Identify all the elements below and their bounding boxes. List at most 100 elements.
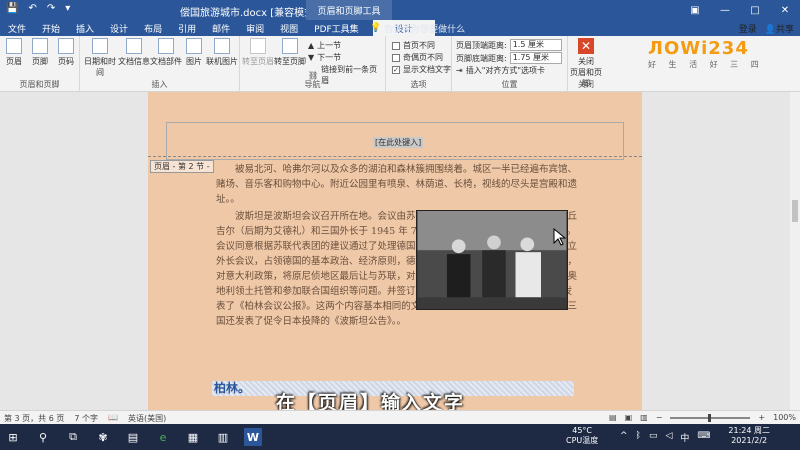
zoom-level[interactable]: 100% (773, 413, 796, 422)
read-mode-icon[interactable]: ▤ (609, 413, 617, 422)
login-link[interactable]: 登录 (739, 22, 757, 35)
share-label: 共享 (775, 24, 794, 35)
maximize-icon[interactable]: □ (740, 0, 770, 20)
tab-references[interactable]: 引用 (170, 20, 204, 36)
page-number-button[interactable]: 页码 (54, 38, 78, 67)
option-label: 显示文档文字 (403, 65, 451, 74)
zoom-slider[interactable] (670, 413, 751, 422)
tell-me-search[interactable]: 💡 告诉我你想要做什么 (370, 20, 465, 36)
online-picture-button[interactable]: 联机图片 (206, 38, 238, 67)
picture-button[interactable]: 图片 (182, 38, 206, 67)
group-label: 导航 (304, 80, 321, 89)
header-area[interactable]: [在此处键入] (166, 122, 624, 160)
print-layout-icon[interactable]: ▣ (625, 413, 633, 422)
web-layout-icon[interactable]: ▥ (640, 413, 648, 422)
date-time-label: 日期和时间 (84, 57, 116, 77)
body-paragraph[interactable]: 被易北河、哈弗尔河以及众多的湖泊和森林簇拥围绕着。城区一半已经遍布宾馆、赌场、音… (216, 162, 578, 207)
footer-distance-label: 页脚底端距离: (456, 53, 507, 63)
save-icon[interactable]: 💾 (6, 3, 18, 14)
tab-pdf-tools[interactable]: PDF工具集 (306, 20, 367, 36)
archive-app-icon[interactable]: ▥ (214, 428, 232, 446)
arrow-down-icon: ▼ (308, 53, 315, 62)
tab-insert[interactable]: 插入 (68, 20, 102, 36)
show-document-text-checkbox[interactable]: ✓ 显示文档文字 (392, 64, 451, 75)
doc-info-button[interactable]: 文档信息 (118, 38, 150, 67)
lightbulb-icon: 💡 (370, 23, 385, 33)
historical-photo[interactable] (416, 210, 568, 310)
cpu-temperature[interactable]: 45°C CPU温度 (566, 426, 598, 446)
bluetooth-icon[interactable]: ᛒ (636, 431, 641, 444)
account-area: 登录 👤共享 (739, 20, 794, 36)
online-picture-icon (214, 38, 230, 54)
online-picture-label: 联机图片 (206, 57, 238, 66)
group-navigation: 转至页眉 转至页脚 ▲ 上一节 ▼ 下一节 ⛓ 链接到前一条页眉 导航 (240, 36, 386, 92)
ime-indicator[interactable]: 中 (680, 431, 689, 444)
quick-parts-label: 文档部件 (150, 57, 182, 66)
document-page[interactable]: [在此处键入] 页眉 - 第 2 节 - 被易北河、哈弗尔河以及众多的湖泊和森林… (148, 92, 642, 410)
ribbon-display-icon[interactable]: ▣ (680, 0, 710, 20)
close-x-icon: ✕ (578, 38, 594, 54)
goto-footer-icon (282, 38, 298, 54)
footer-button[interactable]: 页脚 (28, 38, 52, 67)
header-placeholder[interactable]: [在此处键入] (373, 137, 424, 148)
quick-parts-button[interactable]: 文档部件 (150, 38, 182, 67)
customize-qat-icon[interactable]: ▾ (65, 3, 70, 14)
zoom-in-icon[interactable]: + (758, 413, 765, 422)
different-first-page-checkbox[interactable]: 首页不同 (392, 40, 435, 51)
redo-icon[interactable]: ↷ (47, 3, 55, 14)
app-flower-icon[interactable]: ✾ (94, 428, 112, 446)
ribbon: 页眉 页脚 页码 页眉和页脚 日期和时间 文档信息 文档部件 图片 联机图片 插… (0, 36, 800, 92)
task-view-icon[interactable]: ⧉ (64, 428, 82, 446)
share-button[interactable]: 👤共享 (765, 22, 794, 35)
footer-distance-field: 页脚底端距离: 1.75 厘米 (456, 52, 562, 64)
zoom-slider-handle[interactable] (708, 413, 712, 422)
goto-footer-button[interactable]: 转至页脚 (274, 38, 306, 67)
tab-design[interactable]: 设计 (102, 20, 136, 36)
language[interactable]: 英语(美国) (128, 413, 166, 424)
windows-start-icon[interactable]: ⊞ (4, 428, 22, 446)
person-icon: 👤 (764, 24, 776, 35)
tab-layout[interactable]: 布局 (136, 20, 170, 36)
close-icon[interactable]: ✕ (770, 0, 800, 20)
proofing-icon[interactable]: 📖 (108, 413, 118, 424)
group-options: 首页不同 奇偶页不同 ✓ 显示文档文字 选项 (386, 36, 452, 92)
temp-label: CPU温度 (566, 436, 599, 445)
different-odd-even-checkbox[interactable]: 奇偶页不同 (392, 52, 443, 63)
header-distance-input[interactable]: 1.5 厘米 (509, 39, 562, 51)
document-workspace[interactable]: [在此处键入] 页眉 - 第 2 节 - 被易北河、哈弗尔河以及众多的湖泊和森林… (0, 92, 790, 410)
tab-home[interactable]: 开始 (34, 20, 68, 36)
next-section-button[interactable]: ▼ 下一节 (308, 52, 341, 63)
volume-icon[interactable]: ◁ (665, 431, 672, 444)
tab-view[interactable]: 视图 (272, 20, 306, 36)
zoom-out-icon[interactable]: − (656, 413, 663, 422)
search-icon[interactable]: ⚲ (34, 428, 52, 446)
title-bar: 💾 ↶ ↷ ▾ 偿国旅游城市.docx [兼容模式] - Word 页眉和页脚工… (0, 0, 800, 20)
previous-section-button[interactable]: ▲ 上一节 (308, 40, 341, 51)
minimize-icon[interactable]: — (710, 0, 740, 20)
vertical-scrollbar[interactable] (790, 92, 800, 410)
footer-distance-input[interactable]: 1.75 厘米 (509, 52, 562, 64)
word-app-icon[interactable]: W (244, 428, 262, 446)
header-button[interactable]: 页眉 (2, 38, 26, 67)
logo-text: ЛОWi234 (648, 38, 749, 59)
browser-icon[interactable]: e (154, 428, 172, 446)
quick-parts-icon (158, 38, 174, 54)
page-count[interactable]: 第 3 页，共 6 页 (4, 413, 64, 424)
file-explorer-icon[interactable]: ▤ (124, 428, 142, 446)
clock[interactable]: 21:24 周二 2021/2/2 (728, 426, 770, 446)
undo-icon[interactable]: ↶ (28, 3, 36, 14)
app-icon[interactable]: ▦ (184, 428, 202, 446)
date-time-button[interactable]: 日期和时间 (82, 38, 118, 78)
keyboard-icon[interactable]: ⌨ (697, 431, 710, 444)
scrollbar-thumb[interactable] (792, 200, 798, 222)
tab-mailings[interactable]: 邮件 (204, 20, 238, 36)
insert-alignment-tab-button[interactable]: ⇥ 插入"对齐方式"选项卡 (456, 65, 545, 76)
goto-header-button[interactable]: 转至页眉 (242, 38, 274, 67)
checkbox-checked-icon: ✓ (392, 65, 400, 74)
tab-review[interactable]: 审阅 (238, 20, 272, 36)
word-count[interactable]: 7 个字 (74, 413, 98, 424)
footer-icon (32, 38, 48, 54)
tab-file[interactable]: 文件 (0, 20, 34, 36)
chevron-up-icon[interactable]: ^ (620, 431, 628, 444)
network-icon[interactable]: ▭ (649, 431, 658, 444)
